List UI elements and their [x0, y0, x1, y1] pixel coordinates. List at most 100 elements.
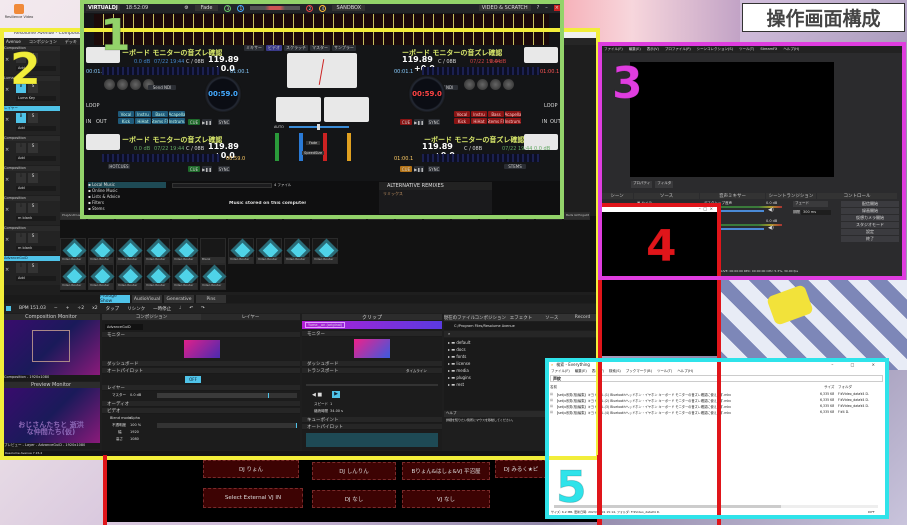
- key-display[interactable]: C / 08B: [464, 146, 482, 152]
- layer-bypass-icon[interactable]: ×: [5, 267, 9, 273]
- bpm-value[interactable]: BPM 151.03: [19, 306, 46, 311]
- stem-pad[interactable]: HiHat: [135, 118, 151, 124]
- opacity-value[interactable]: 100 %: [130, 423, 141, 427]
- bpm-minus-button[interactable]: −: [54, 306, 58, 311]
- bpm-half-button[interactable]: ÷2: [77, 306, 84, 311]
- center-tab[interactable]: スクラッチ: [284, 45, 308, 51]
- sync-button[interactable]: SYNC: [428, 119, 440, 125]
- key-display[interactable]: C / 08B: [438, 59, 456, 65]
- center-tab[interactable]: サンプラー: [332, 45, 356, 51]
- sync-button[interactable]: SYNC: [428, 166, 440, 172]
- horizontal-scrollbar[interactable]: [554, 505, 878, 508]
- folder-item[interactable]: ▸ ▬ fonts: [448, 354, 598, 361]
- control-button[interactable]: 仮想カメラ開始: [841, 215, 899, 221]
- pause-button[interactable]: 一時停止: [153, 306, 171, 312]
- resync-button[interactable]: リシンク: [127, 306, 145, 312]
- help-icon[interactable]: ?: [537, 5, 540, 11]
- sync-button[interactable]: SYNC: [218, 119, 230, 125]
- clip-cell[interactable]: Bells GilHoge06: [564, 212, 590, 220]
- key-display[interactable]: C / 08B: [186, 146, 204, 152]
- layer-preview-button[interactable]: S: [28, 143, 38, 153]
- track-waveform[interactable]: [102, 67, 220, 75]
- fader-4[interactable]: [347, 133, 351, 161]
- loop-in-button[interactable]: IN: [86, 119, 91, 125]
- channel-faders[interactable]: [269, 133, 374, 163]
- cue-button[interactable]: CUE: [400, 119, 412, 125]
- clip-cell[interactable]: Video Router: [200, 264, 226, 290]
- control-button[interactable]: 設定: [841, 229, 899, 235]
- stem-pad[interactable]: Kick: [118, 118, 134, 124]
- stem-pad[interactable]: Bass: [152, 111, 168, 117]
- selector-button[interactable]: VJ なし: [402, 490, 490, 508]
- minimize-icon[interactable]: –: [545, 5, 548, 11]
- sync-button[interactable]: SYNC: [218, 166, 230, 172]
- browser-tab[interactable]: ソース: [536, 314, 568, 321]
- center-tab[interactable]: マスター: [310, 45, 330, 51]
- control-button[interactable]: スタジオモード: [841, 222, 899, 228]
- timeline-mode-select[interactable]: タイムライン: [406, 369, 427, 374]
- tree-item[interactable]: ▪ Stems: [88, 206, 166, 212]
- stem-pad[interactable]: Instru: [135, 111, 151, 117]
- layer-bypass-icon[interactable]: ×: [5, 57, 9, 63]
- section-video[interactable]: ビデオ: [102, 408, 300, 414]
- section-dashboard[interactable]: ダッシュボード: [102, 361, 300, 367]
- layer-preview-button[interactable]: S: [28, 173, 38, 183]
- duration-value[interactable]: 34.00 s: [330, 409, 343, 413]
- play-pause-button[interactable]: ▶❚❚: [414, 119, 424, 125]
- layer-bypass-icon[interactable]: ×: [5, 207, 9, 213]
- redo-icon[interactable]: ↷: [201, 306, 205, 311]
- settings-gear-icon[interactable]: ⚙: [184, 5, 188, 11]
- obs-menu-item[interactable]: ヘルプ(H): [783, 47, 799, 52]
- play-pause-button[interactable]: ▶❚❚: [202, 119, 212, 125]
- deck-tab[interactable]: Pins: [196, 295, 226, 303]
- selector-button[interactable]: DJ しんりん: [312, 462, 396, 480]
- clip-section-monitor[interactable]: モニター: [302, 331, 442, 337]
- master-value[interactable]: 0.0 dB: [130, 393, 141, 397]
- effect-knob[interactable]: [477, 79, 488, 90]
- selector-button[interactable]: DJ りょん: [203, 460, 299, 478]
- play-button[interactable]: ▶: [332, 391, 340, 398]
- height-value[interactable]: 1080: [130, 437, 139, 441]
- layer-solo-button[interactable]: B: [16, 113, 26, 123]
- clip-cell[interactable]: Video Router: [88, 264, 114, 290]
- column-name[interactable]: 名前: [550, 385, 557, 390]
- obs-menu-item[interactable]: StreamFX: [760, 47, 777, 51]
- tab-composition[interactable]: コンポジション: [102, 314, 201, 320]
- layer-preview-button[interactable]: S: [28, 113, 38, 123]
- browser-tab[interactable]: 現在のファイル: [444, 314, 475, 321]
- folder-item[interactable]: ▸ ▬ docs: [448, 347, 598, 354]
- folder-item[interactable]: ▸ ▬ default: [448, 340, 598, 347]
- cue-button[interactable]: CUE: [188, 166, 200, 172]
- master-slider[interactable]: [157, 393, 297, 398]
- clip-cell[interactable]: Video Router: [312, 238, 338, 264]
- stop-button[interactable]: ◀ ■: [312, 392, 322, 398]
- speaker-icon[interactable]: ◀): [768, 207, 774, 213]
- section-monitor[interactable]: モニター: [102, 332, 300, 338]
- effect-knob[interactable]: [490, 79, 501, 90]
- layer-blend-select[interactable]: Add: [16, 276, 56, 281]
- crossfader-mode-select[interactable]: Fade: [194, 5, 219, 11]
- fader-2[interactable]: [323, 133, 327, 161]
- browser-search[interactable]: ⌕: [444, 331, 598, 337]
- obs-menu-item[interactable]: ツール(T): [739, 47, 754, 52]
- obs-menu-item[interactable]: プロファイル(P): [665, 47, 691, 52]
- section-audio[interactable]: オーディオ: [102, 401, 300, 407]
- stem-pad[interactable]: Bass: [488, 111, 504, 117]
- deck-tab[interactable]: AudioVisual: [132, 295, 162, 303]
- transition-duration-field[interactable]: 300 ms: [801, 210, 831, 215]
- clip-cell[interactable]: Video Router: [116, 238, 142, 264]
- stem-pad[interactable]: Instru: [471, 111, 487, 117]
- layer-bypass-icon[interactable]: ×: [5, 237, 9, 243]
- properties-button[interactable]: プロパティ: [631, 181, 653, 188]
- tap-button[interactable]: タップ: [106, 306, 120, 312]
- clip-section-cuepoints[interactable]: キューポイント: [302, 417, 442, 423]
- sideview-title[interactable]: ALTERNATIVE REMIXES: [379, 182, 492, 190]
- section-layer[interactable]: レイヤー: [102, 385, 300, 391]
- browser-tab[interactable]: コンポジション: [474, 314, 506, 321]
- obs-menu-item[interactable]: シーンコレクション(S): [697, 47, 733, 52]
- loop-label[interactable]: LOOP: [544, 103, 558, 109]
- effect-knob[interactable]: [130, 79, 141, 90]
- hotcue-mode[interactable]: STEMS: [504, 164, 526, 169]
- fader-1[interactable]: [299, 133, 303, 161]
- deck-tab[interactable]: Generative: [164, 295, 194, 303]
